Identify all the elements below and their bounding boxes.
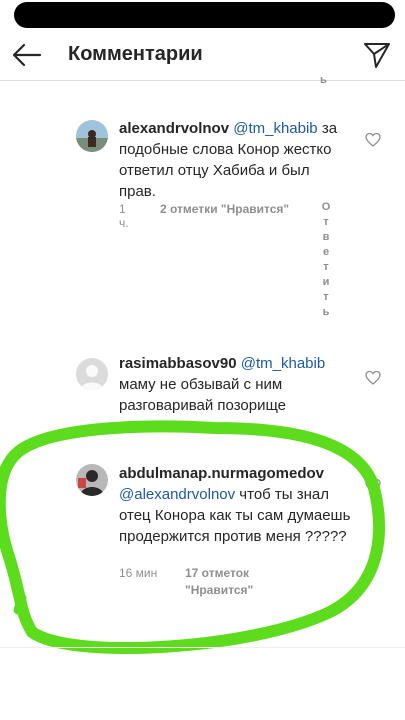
comment-item: abdulmanap.nurmagomedov @alexandrvolnov …	[0, 460, 405, 610]
top-bar: Комментарии	[0, 30, 405, 81]
redacted-status-scribble	[14, 2, 395, 28]
comment-username[interactable]: rasimabbasov90	[119, 355, 237, 372]
avatar[interactable]	[76, 120, 108, 152]
comment-mention[interactable]: @alexandrvolnov	[119, 486, 235, 503]
comment-likes-line1[interactable]: 17 отметок	[185, 566, 249, 580]
avatar[interactable]	[76, 358, 108, 390]
comment-item: rasimabbasov90 @tm_khabib маму не обзыва…	[0, 350, 405, 440]
comment-time: 39 мин	[119, 420, 158, 434]
comment-time: 1 ч.	[119, 202, 129, 230]
reply-button[interactable]: Ответить	[185, 420, 240, 434]
comment-username[interactable]: alexandrvolnov	[119, 120, 229, 137]
default-avatar-icon	[76, 358, 108, 390]
comment-likes[interactable]: 2 отметки "Нравится"	[160, 202, 289, 216]
comment-text: маму не обзывай с ним разговаривай позор…	[119, 376, 287, 414]
comment-likes-line2[interactable]: "Нравится"	[185, 583, 253, 597]
comment-body: rasimabbasov90 @tm_khabib маму не обзыва…	[119, 353, 341, 416]
like-heart-icon[interactable]	[365, 478, 381, 494]
bottom-divider	[0, 647, 405, 648]
page-title: Комментарии	[68, 43, 203, 65]
comment-body: alexandrvolnov @tm_khabib за подобные сл…	[119, 118, 341, 202]
comment-time: 16 мин	[119, 566, 158, 580]
comment-item: alexandrvolnov @tm_khabib за подобные сл…	[0, 112, 405, 332]
avatar[interactable]	[76, 464, 108, 496]
status-bar	[0, 0, 405, 28]
comment-mention[interactable]: @tm_khabib	[241, 355, 325, 372]
previous-comment-reply-tail[interactable]: ь	[320, 74, 327, 86]
avatar-photo-icon	[76, 464, 108, 496]
comment-username[interactable]: abdulmanap.nurmagomedov	[119, 465, 324, 482]
comment-mention[interactable]: @tm_khabib	[233, 120, 317, 137]
like-heart-icon[interactable]	[365, 370, 381, 386]
comment-body: abdulmanap.nurmagomedov @alexandrvolnov …	[119, 463, 359, 547]
avatar-photo-icon	[76, 120, 108, 152]
direct-send-icon[interactable]	[362, 40, 392, 70]
back-arrow-icon[interactable]	[10, 40, 44, 70]
like-heart-icon[interactable]	[365, 132, 381, 148]
reply-button[interactable]: Ответить	[321, 200, 331, 320]
